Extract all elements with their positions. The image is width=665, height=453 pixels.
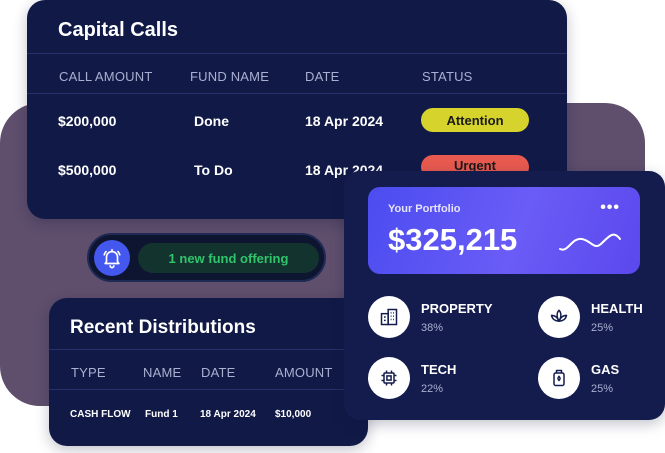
- fund-name: To Do: [194, 162, 233, 178]
- distribution-amount: $10,000: [275, 409, 312, 420]
- portfolio-card: Your Portfolio $325,215 ••• PROPERTY 38%…: [344, 171, 665, 420]
- portfolio-value: $325,215: [388, 222, 518, 257]
- category-percent: 38%: [421, 322, 444, 334]
- divider: [49, 349, 368, 350]
- bell-icon: [94, 240, 130, 276]
- portfolio-summary[interactable]: Your Portfolio $325,215 •••: [368, 187, 640, 274]
- call-amount: $500,000: [58, 162, 117, 178]
- header-name: NAME: [143, 365, 182, 380]
- chip-icon: [368, 357, 410, 399]
- header-call-amount: CALL AMOUNT: [59, 69, 153, 84]
- call-amount: $200,000: [58, 113, 117, 129]
- category-name: HEALTH: [591, 301, 643, 316]
- category-percent: 22%: [421, 383, 444, 395]
- category-name: TECH: [421, 362, 457, 377]
- distributions-title: Recent Distributions: [70, 317, 256, 338]
- fund-name: Done: [194, 113, 229, 129]
- header-type: TYPE: [71, 365, 106, 380]
- divider: [27, 93, 567, 94]
- call-date: 18 Apr 2024: [305, 113, 384, 129]
- building-icon: [368, 296, 410, 338]
- trend-sparkline-icon: [559, 233, 621, 251]
- recent-distributions-card: Recent Distributions TYPE NAME DATE AMOU…: [49, 298, 368, 446]
- distribution-type: CASH FLOW: [70, 409, 131, 420]
- header-status: STATUS: [422, 69, 473, 84]
- header-fund-name: FUND NAME: [190, 69, 270, 84]
- header-date: DATE: [305, 69, 340, 84]
- distribution-name: Fund 1: [145, 409, 178, 420]
- portfolio-label: Your Portfolio: [388, 203, 461, 215]
- category-name: PROPERTY: [421, 301, 493, 316]
- category-percent: 25%: [591, 383, 614, 395]
- divider: [27, 53, 567, 54]
- category-name: GAS: [591, 362, 620, 377]
- notification-text: 1 new fund offering: [138, 243, 319, 273]
- new-offering-notification[interactable]: 1 new fund offering: [87, 233, 326, 282]
- divider: [49, 389, 368, 390]
- header-date: DATE: [201, 365, 236, 380]
- header-amount: AMOUNT: [275, 365, 333, 380]
- more-options-icon[interactable]: •••: [600, 199, 620, 217]
- gas-canister-icon: [538, 357, 580, 399]
- category-percent: 25%: [591, 322, 614, 334]
- lotus-icon: [538, 296, 580, 338]
- capital-calls-title: Capital Calls: [58, 19, 179, 41]
- distribution-date: 18 Apr 2024: [200, 409, 256, 420]
- status-badge[interactable]: Attention: [421, 108, 529, 132]
